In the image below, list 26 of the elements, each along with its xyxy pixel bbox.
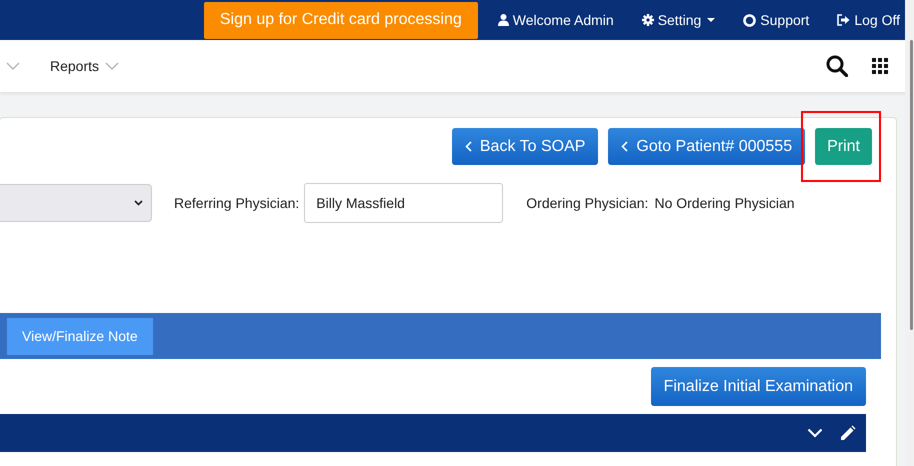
apps-grid-icon[interactable] <box>872 58 888 74</box>
top-link[interactable]: Log Off <box>837 12 900 28</box>
nav-button[interactable]: Goto Patient# 000555 <box>608 128 806 165</box>
select-field[interactable] <box>0 184 152 222</box>
gear-icon <box>642 14 654 26</box>
input-field[interactable]: Billy Massfield <box>304 183 504 223</box>
user-icon <box>498 14 509 26</box>
field-value: No Ordering Physician <box>654 195 795 211</box>
chevron-icon <box>105 62 120 70</box>
top-link[interactable]: Setting <box>642 12 716 28</box>
chevron-icon <box>134 200 143 206</box>
lifebuoy-icon <box>743 14 756 26</box>
chevron-left-icon <box>464 141 472 152</box>
chevron-left-icon <box>621 141 628 152</box>
scrollbar[interactable] <box>910 40 913 330</box>
finalize-button[interactable]: Finalize Initial Examination <box>650 367 866 406</box>
logout-icon <box>837 14 850 26</box>
field-label: Referring Physician: <box>174 195 300 211</box>
nav-button[interactable]: Back To SOAP <box>452 128 598 165</box>
field-label: Ordering Physician: <box>526 195 648 211</box>
nav-item[interactable]: Reports <box>50 58 100 74</box>
search-icon[interactable] <box>826 55 848 77</box>
pencil-icon[interactable] <box>839 424 856 442</box>
chevron-down-icon[interactable] <box>807 428 823 438</box>
top-link[interactable]: Support <box>743 12 810 28</box>
top-link[interactable]: Welcome Admin <box>498 12 614 28</box>
